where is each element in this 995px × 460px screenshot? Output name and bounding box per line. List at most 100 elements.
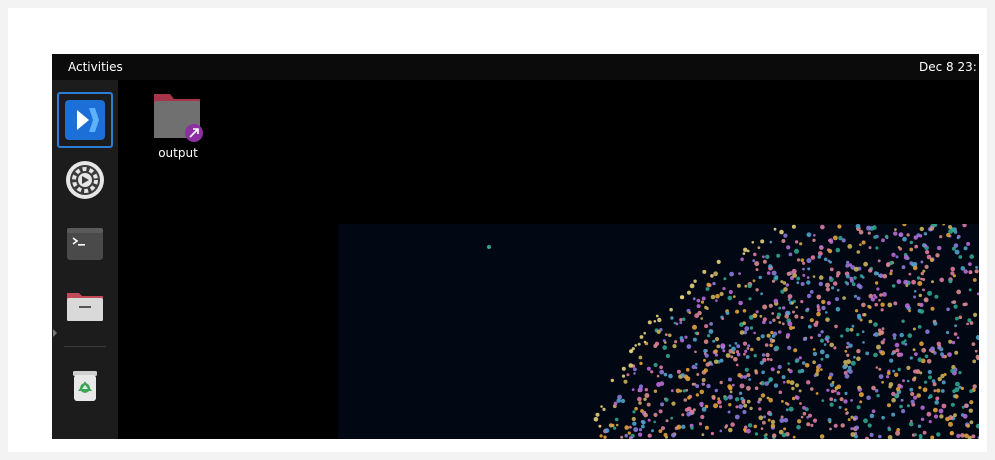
particle (846, 353, 850, 357)
particle (908, 272, 912, 276)
particle (844, 373, 850, 379)
particle (933, 321, 938, 326)
particle (969, 271, 973, 274)
particle (802, 261, 806, 265)
particle (624, 425, 629, 430)
particle (976, 292, 979, 296)
dock-settings[interactable] (57, 152, 113, 208)
particle (935, 253, 940, 258)
particle (740, 396, 744, 401)
dock-files[interactable] (57, 278, 113, 334)
particle (802, 267, 805, 271)
particle (887, 435, 893, 439)
particle (948, 279, 953, 284)
particle (836, 391, 841, 396)
particle (946, 307, 950, 312)
particle (744, 326, 750, 331)
particle (887, 302, 893, 308)
particle (728, 377, 732, 382)
particle (760, 334, 765, 339)
particle (894, 393, 899, 399)
top-bar: Activities Dec 8 23: (52, 54, 979, 80)
particle (909, 387, 914, 392)
particle (916, 276, 921, 280)
particle (806, 415, 810, 419)
particle (964, 433, 969, 439)
particle (813, 374, 817, 377)
particle (806, 293, 812, 299)
particle (884, 234, 889, 239)
particle (743, 352, 746, 356)
particle (847, 418, 851, 422)
particle (756, 336, 761, 341)
particle (685, 367, 690, 372)
particle (694, 362, 698, 366)
particle (717, 397, 721, 401)
particle (966, 424, 970, 428)
particle (850, 432, 856, 437)
particle (766, 357, 770, 361)
particle (771, 334, 776, 338)
particle (646, 366, 651, 371)
particle (955, 316, 959, 321)
particle (810, 255, 816, 260)
particle (737, 373, 742, 378)
particle (920, 260, 924, 264)
particle (738, 404, 744, 409)
particle (723, 277, 727, 281)
particle (806, 276, 810, 279)
particle (702, 269, 707, 274)
particle (862, 341, 865, 344)
particle (802, 406, 806, 410)
particle (907, 333, 913, 338)
particle (829, 260, 832, 264)
particle (823, 257, 828, 262)
particle (800, 300, 804, 304)
particle (886, 371, 891, 375)
particle (810, 423, 814, 427)
particle (975, 266, 978, 269)
particle (668, 373, 673, 379)
dock-trash[interactable] (57, 356, 113, 412)
particle (628, 425, 632, 429)
particle (891, 412, 896, 417)
particle (829, 397, 834, 402)
particle (735, 309, 740, 314)
particle (850, 427, 854, 431)
particle (840, 423, 845, 428)
particle (799, 402, 802, 405)
dock-app-launcher[interactable] (57, 92, 113, 148)
particle (935, 396, 940, 401)
particle (615, 423, 619, 427)
particle (939, 414, 944, 419)
particle (763, 436, 768, 439)
particle (728, 427, 733, 433)
particle (611, 423, 615, 428)
particle (856, 405, 861, 410)
particle (948, 421, 953, 427)
particle (933, 407, 938, 413)
particle (925, 250, 930, 255)
clock[interactable]: Dec 8 23: (919, 60, 977, 74)
particle (942, 224, 945, 226)
particle (684, 335, 688, 339)
particle (610, 378, 614, 383)
particle (927, 290, 933, 296)
particle (701, 407, 707, 412)
dock-terminal[interactable] (57, 216, 113, 272)
visualization-window[interactable] (338, 224, 979, 439)
particle (638, 384, 644, 389)
particle (806, 422, 811, 427)
particle (656, 374, 660, 378)
particle (647, 418, 651, 422)
particle (653, 320, 657, 323)
particle (765, 254, 770, 259)
particle (736, 283, 741, 288)
particle (670, 416, 674, 420)
desktop-icon-output[interactable]: output (148, 88, 208, 160)
particle (665, 419, 669, 423)
activities-button[interactable]: Activities (68, 60, 123, 74)
particle (936, 432, 941, 437)
particle (947, 352, 952, 357)
particle (874, 295, 878, 299)
